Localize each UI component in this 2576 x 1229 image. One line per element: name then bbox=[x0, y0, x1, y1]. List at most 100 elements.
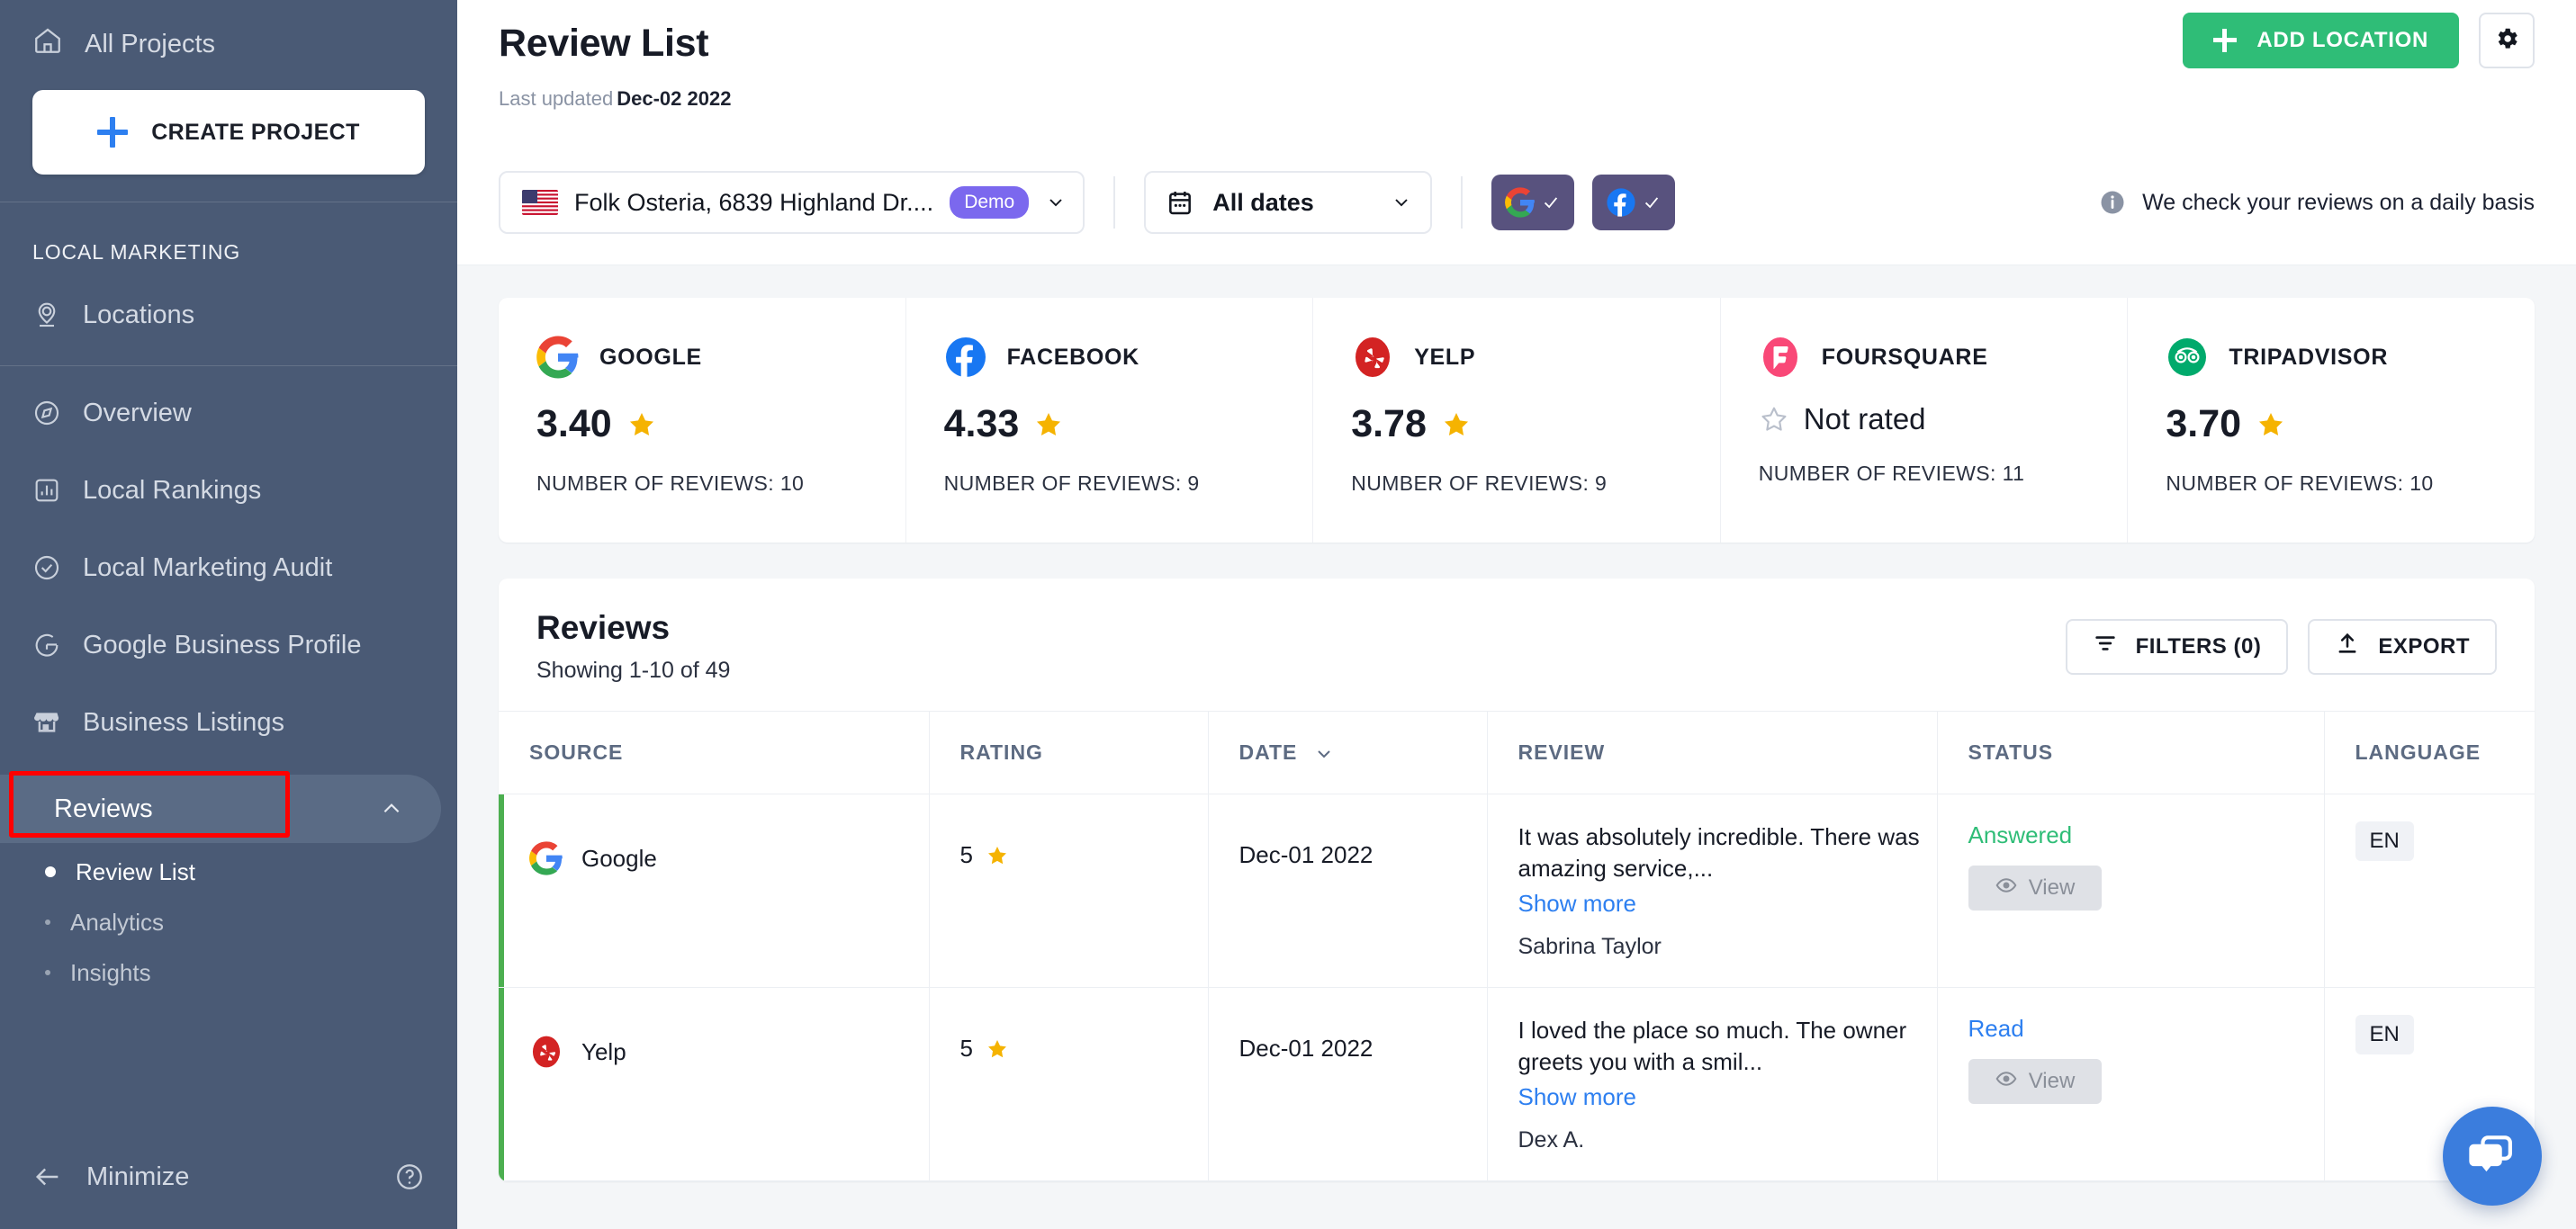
check-icon bbox=[1541, 193, 1561, 212]
table-row[interactable]: Google 5 Dec-01 2022 It was absolutely i… bbox=[499, 794, 2535, 989]
star-filled-icon bbox=[626, 409, 657, 440]
chevron-down-icon bbox=[1391, 192, 1412, 213]
reviews-heading-block: Reviews Showing 1-10 of 49 bbox=[536, 609, 730, 684]
minimize-label[interactable]: Minimize bbox=[86, 1162, 189, 1192]
view-label: View bbox=[2028, 875, 2076, 900]
table-row[interactable]: Yelp 5 Dec-01 2022 I loved the place so … bbox=[499, 987, 2535, 1182]
daily-check-text: We check your reviews on a daily basis bbox=[2142, 189, 2535, 215]
sidebar-item-all-projects[interactable]: All Projects bbox=[0, 0, 457, 72]
language-badge: EN bbox=[2355, 1015, 2414, 1055]
sidebar-section-label: LOCAL MARKETING bbox=[32, 240, 241, 264]
show-more-link[interactable]: Show more bbox=[1518, 1083, 1637, 1111]
column-label: SOURCE bbox=[529, 740, 624, 764]
date-range-selector[interactable]: All dates bbox=[1144, 171, 1433, 234]
last-updated-label: Last updated bbox=[499, 87, 614, 110]
filter-divider bbox=[1113, 176, 1116, 229]
check-circle-icon bbox=[32, 553, 61, 582]
map-pin-icon bbox=[32, 301, 61, 329]
sidebar-item-reviews[interactable]: Reviews bbox=[0, 775, 441, 843]
star-outline-icon bbox=[1759, 404, 1789, 435]
column-header-rating[interactable]: RATING bbox=[928, 711, 1208, 794]
location-selector[interactable]: Folk Osteria, 6839 Highland Dr.... Demo bbox=[499, 171, 1085, 234]
chevron-up-icon[interactable] bbox=[380, 797, 403, 821]
sidebar-item-local-marketing-audit[interactable]: Local Marketing Audit bbox=[0, 537, 457, 598]
sidebar-item-local-rankings[interactable]: Local Rankings bbox=[0, 460, 457, 521]
google-logo-icon bbox=[1505, 187, 1536, 218]
stat-score: 4.33 bbox=[944, 402, 1275, 446]
facebook-source-toggle[interactable] bbox=[1592, 175, 1676, 230]
sidebar-item-google-business-profile[interactable]: Google Business Profile bbox=[0, 614, 457, 676]
column-label: RATING bbox=[959, 740, 1043, 764]
view-button[interactable]: View bbox=[1968, 866, 2102, 911]
page-header: Review List Last updated Dec-02 2022 ADD … bbox=[457, 0, 2576, 171]
add-location-button[interactable]: ADD LOCATION bbox=[2183, 13, 2459, 68]
column-header-source[interactable]: SOURCE bbox=[499, 711, 929, 794]
help-circle-icon[interactable] bbox=[394, 1162, 425, 1192]
chat-bubble-icon bbox=[2467, 1129, 2517, 1184]
chat-widget-button[interactable] bbox=[2443, 1107, 2542, 1206]
review-date: Dec-01 2022 bbox=[1238, 1035, 1374, 1063]
view-button[interactable]: View bbox=[1968, 1059, 2102, 1105]
reviews-panel-actions: FILTERS (0) EXPORT bbox=[2065, 618, 2497, 675]
reviews-panel: Reviews Showing 1-10 of 49 FILTERS (0) E… bbox=[499, 579, 2535, 1182]
filter-bar: Folk Osteria, 6839 Highland Dr.... Demo … bbox=[457, 171, 2576, 265]
status-badge: Answered bbox=[1968, 821, 2073, 848]
sidebar-item-label: Local Marketing Audit bbox=[83, 552, 333, 582]
sidebar-item-label: Google Business Profile bbox=[83, 630, 362, 659]
plus-icon bbox=[97, 117, 129, 148]
cell-review: I loved the place so much. The owner gre… bbox=[1486, 987, 1937, 1182]
arrow-left-icon[interactable] bbox=[32, 1162, 63, 1192]
sidebar-reviews-group: Reviews bbox=[0, 769, 457, 847]
settings-button[interactable] bbox=[2479, 13, 2535, 68]
stat-score: 3.40 bbox=[536, 402, 868, 446]
sidebar-item-review-list[interactable]: Review List bbox=[0, 847, 457, 897]
export-button[interactable]: EXPORT bbox=[2308, 618, 2497, 675]
google-circle-icon bbox=[32, 631, 61, 659]
sidebar-item-label: Business Listings bbox=[83, 707, 285, 737]
sidebar-item-locations[interactable]: Locations bbox=[0, 284, 457, 345]
column-label: STATUS bbox=[1968, 740, 2054, 764]
column-header-status[interactable]: STATUS bbox=[1936, 711, 2324, 794]
stat-score-value: Not rated bbox=[1803, 402, 1926, 435]
sidebar-subitem-label: Insights bbox=[70, 958, 151, 986]
column-date-sortable[interactable]: DATE bbox=[1239, 740, 1487, 765]
sidebar-item-analytics[interactable]: Analytics bbox=[0, 897, 457, 947]
bullet-icon bbox=[45, 920, 50, 925]
stat-header: GOOGLE bbox=[536, 336, 868, 379]
show-more-link[interactable]: Show more bbox=[1518, 890, 1637, 918]
sidebar-item-insights[interactable]: Insights bbox=[0, 947, 457, 998]
google-logo-icon bbox=[529, 841, 563, 875]
filter-icon bbox=[2093, 631, 2118, 662]
review-text: It was absolutely incredible. There was … bbox=[1518, 823, 1920, 883]
column-header-language[interactable]: LANGUAGE bbox=[2323, 711, 2535, 794]
stat-header: YELP bbox=[1351, 336, 1682, 379]
column-header-date[interactable]: DATE bbox=[1207, 711, 1487, 794]
export-label: EXPORT bbox=[2378, 633, 2470, 659]
column-header-review[interactable]: REVIEW bbox=[1486, 711, 1937, 794]
star-filled-icon bbox=[1441, 409, 1472, 440]
main-content: Review List Last updated Dec-02 2022 ADD … bbox=[457, 0, 2576, 1229]
sidebar-item-overview[interactable]: Overview bbox=[0, 382, 457, 444]
filters-button[interactable]: FILTERS (0) bbox=[2065, 618, 2289, 675]
platform-stats: GOOGLE 3.40 NUMBER OF REVIEWS: 10 FACEBO… bbox=[499, 298, 2535, 543]
bullet-icon bbox=[45, 866, 56, 877]
create-project-label: CREATE PROJECT bbox=[151, 119, 360, 145]
star-filled-icon bbox=[2256, 409, 2286, 440]
sidebar-subitem-label: Analytics bbox=[70, 908, 165, 936]
stat-card-facebook: FACEBOOK 4.33 NUMBER OF REVIEWS: 9 bbox=[905, 298, 1313, 543]
cell-date: Dec-01 2022 bbox=[1207, 794, 1487, 989]
stat-review-count: NUMBER OF REVIEWS: 11 bbox=[1758, 462, 2025, 485]
review-author: Dex A. bbox=[1518, 1127, 1585, 1153]
facebook-logo-icon bbox=[1606, 187, 1636, 218]
chevron-down-icon[interactable] bbox=[1313, 743, 1335, 763]
reviews-table: SOURCE RATING DATE REVIEW STATUS LANGUAG… bbox=[499, 711, 2535, 1182]
create-project-button[interactable]: CREATE PROJECT bbox=[32, 90, 425, 175]
star-filled-icon bbox=[986, 1037, 1009, 1061]
plus-icon bbox=[2213, 29, 2238, 52]
filters-label: FILTERS (0) bbox=[2135, 633, 2262, 659]
compass-icon bbox=[32, 399, 61, 427]
cell-rating: 5 bbox=[928, 794, 1208, 989]
google-source-toggle[interactable] bbox=[1491, 175, 1575, 230]
rating-wrap: 5 bbox=[960, 821, 1208, 869]
sidebar-item-business-listings[interactable]: Business Listings bbox=[0, 692, 457, 753]
